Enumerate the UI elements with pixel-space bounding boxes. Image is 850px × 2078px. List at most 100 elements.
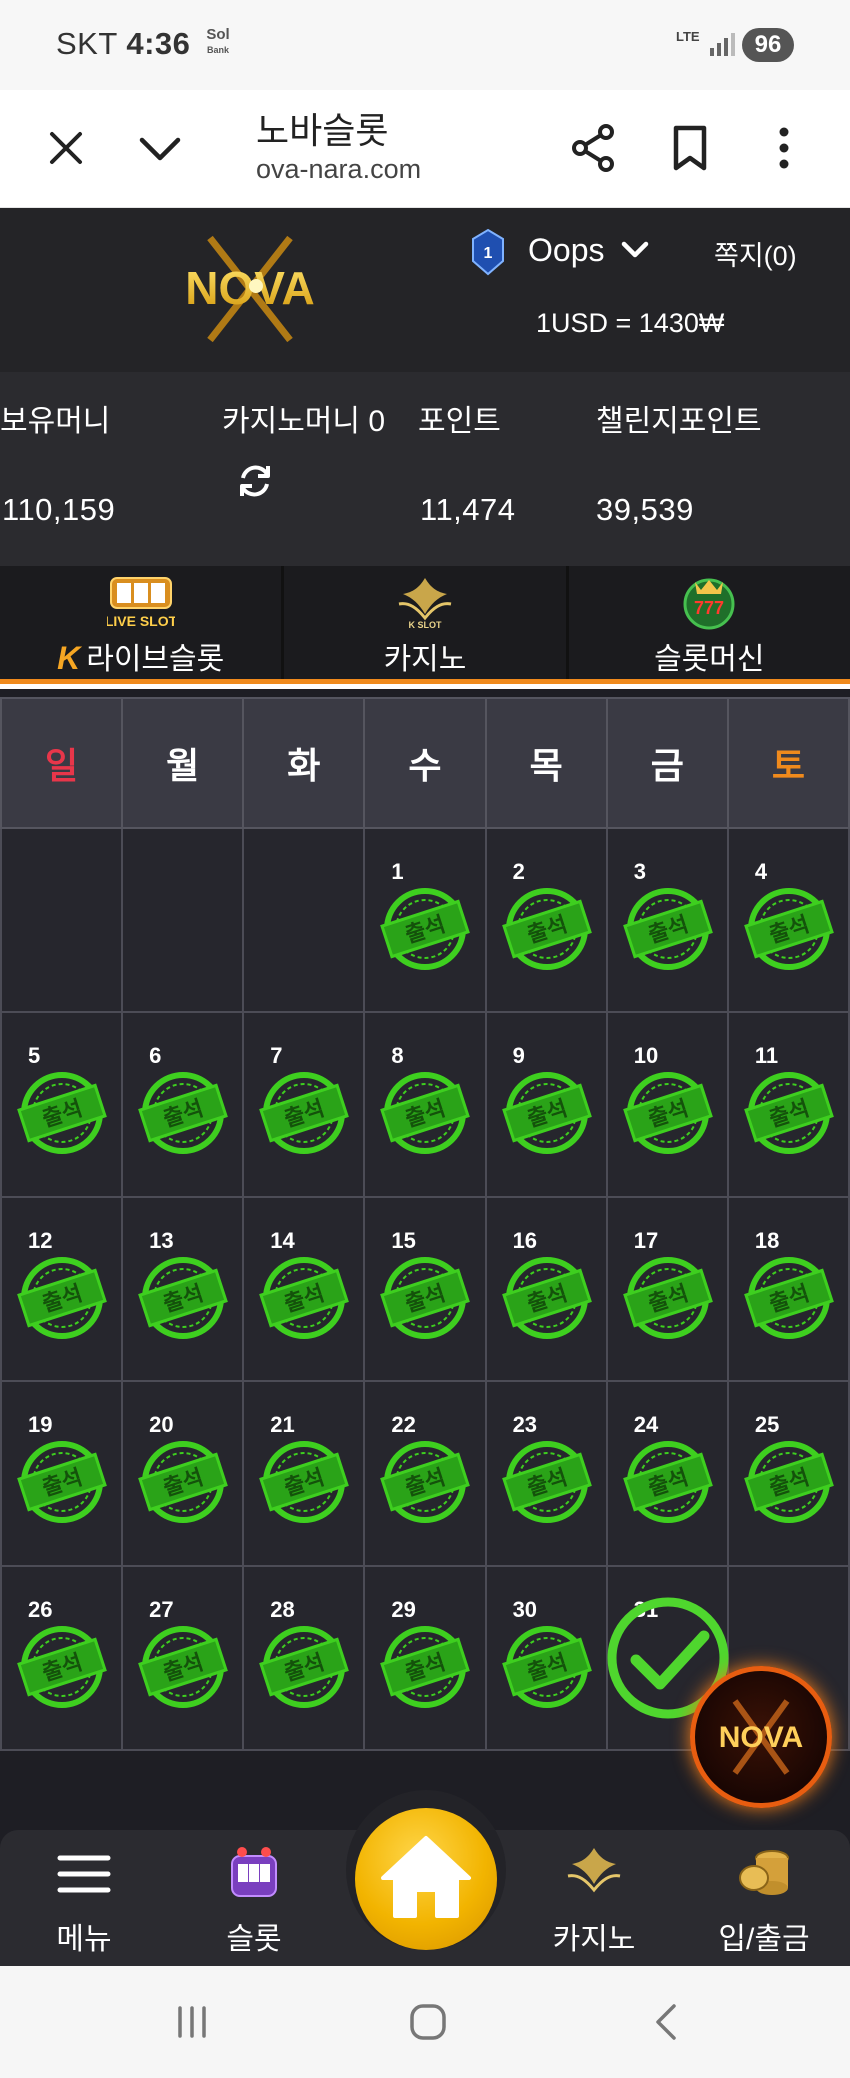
attendance-stamp-icon: 출석 [622,1072,713,1155]
calendar-week-row: 1 출석 2 출석 3 출석 4 출석 [0,826,850,1014]
level-number: 1 [484,245,493,262]
weekday-fri: 금 [605,697,729,829]
exchange-rate: 1USD = 1430₩ [536,308,725,338]
calendar-day-cell: 2 출석 [484,826,608,1014]
bookmark-icon[interactable] [662,120,718,176]
challenge-point-value: 39,539 [596,492,694,527]
coins-icon [739,1850,789,1895]
calendar-day-cell: 5 출석 [0,1011,124,1198]
attendance-stamp-icon: 출석 [743,888,834,970]
calendar-empty-cell [121,826,245,1014]
refresh-icon[interactable] [234,460,276,502]
nav-deposit-withdraw-label: 입/출금 [718,1923,810,1956]
page-title: 노바슬롯 [256,110,389,151]
tab-casino[interactable]: K SLOT 카지노 [284,566,569,679]
calendar-day-cell: 6 출석 [121,1011,245,1198]
page-url[interactable]: ova-nara.com [256,154,421,185]
battery-indicator: 96 [742,28,794,62]
chevron-down-icon[interactable] [132,120,188,176]
calendar-day-cell: 10 출석 [605,1011,729,1198]
attendance-stamp-icon: 출석 [138,1625,229,1708]
calendar-day-cell: 3 출석 [605,826,729,1014]
tab-live-slot[interactable]: LIVE SLOT K 라이브슬롯 [0,566,285,679]
tab-slot-machine[interactable]: 777 슬롯머신 [569,566,850,679]
recent-apps-icon[interactable] [168,1998,216,2046]
username[interactable]: Oops [528,232,604,269]
more-vert-icon[interactable] [756,120,812,176]
point-value: 11,474 [420,492,516,527]
share-icon[interactable] [566,120,622,176]
back-icon[interactable] [644,1998,692,2046]
calendar-empty-cell [0,826,124,1014]
close-icon[interactable] [38,120,94,176]
attendance-stamp-icon: 출석 [622,888,713,970]
attendance-stamp-icon: 출석 [743,1256,834,1339]
calendar-day-cell: 13 출석 [121,1195,245,1383]
attendance-stamp-icon: 출석 [17,1441,107,1524]
home-button[interactable] [355,1808,497,1950]
attendance-stamp-icon: 출석 [380,1625,471,1708]
calendar-day-cell: 19 출석 [0,1380,124,1567]
tab-live-slot-label: K 라이브슬롯 [0,634,281,678]
casino-icon-text: K SLOT [408,620,442,630]
page: SKT 4:36 Sol Bank LTE 96 노바슬롯 ova-nara.c… [0,0,850,2078]
777-icon-text: 777 [694,598,724,618]
slot-machine-icon [231,1847,277,1897]
calendar-day-cell: 29 출석 [363,1564,487,1752]
balance-panel: 보유머니 카지노머니 0 포인트 챌린지포인트 110,159 11,474 3… [0,372,850,566]
attendance-stamp-icon: 출석 [259,1625,350,1708]
challenge-point-label: 챌린지포인트 [596,405,762,438]
nova-fab-logo: NOVA [719,1699,803,1775]
calendar-day-cell: 20 출석 [121,1380,245,1567]
messages-link[interactable]: 쪽지(0) [714,234,797,273]
nav-slot[interactable]: 슬롯 [194,1844,314,1962]
nav-menu[interactable]: 메뉴 [24,1844,144,1962]
k-slot-casino-icon: K SLOT [398,578,452,630]
nav-deposit-withdraw[interactable]: 입/출금 [704,1844,824,1962]
calendar-day-cell: 26 출석 [0,1564,124,1752]
live-slot-icon: LIVE SLOT [107,577,175,629]
user-dropdown-chevron-icon[interactable] [620,238,650,262]
attendance-stamp-icon: 출석 [138,1441,229,1524]
bank-icon-text: Sol [206,26,230,43]
attendance-stamp-icon: 출석 [17,1072,107,1155]
android-navigation-bar [0,1966,850,2078]
attendance-stamp-icon: 출석 [622,1441,713,1524]
weekday-thu: 목 [484,697,608,829]
attendance-stamp-icon: 출석 [501,888,592,970]
attendance-calendar-section: 일 월 화 수 목 금 토 1 출석 2 출석 3 출석 4 출석 5 출석 6 출석 7 출석 8 출석 9 출… [0,689,850,1753]
tab-slot-machine-label: 슬롯머신 [654,643,765,676]
attendance-stamp-icon: 출석 [17,1625,107,1708]
browser-toolbar: 노바슬롯 ova-nara.com [0,90,850,208]
calendar-day-cell: 17 출석 [605,1195,729,1383]
calendar-day-cell: 27 출석 [121,1564,245,1752]
nav-menu-label: 메뉴 [56,1923,112,1956]
calendar-day-cell: 21 출석 [242,1380,366,1567]
tab-casino-label: 카지노 [383,643,467,676]
attendance-stamp-icon: 출석 [380,1441,471,1524]
calendar-week-row: 19 출석 20 출석 21 출석 22 출석 23 출석 24 출석 25 출석 [0,1380,850,1567]
home-circle-icon[interactable] [404,1998,452,2046]
calendar-day-cell: 15 출석 [363,1195,487,1383]
holding-money-label: 보유머니 [0,405,111,438]
live-slot-icon-text: LIVE SLOT [107,613,175,629]
nova-logo[interactable]: NOVA [150,234,350,344]
calendar-day-cell: 23 출석 [484,1380,608,1567]
signal-icon [710,33,735,56]
calendar-week-row: 12 출석 13 출석 14 출석 15 출석 16 출석 17 출석 18 출석 [0,1195,850,1383]
attendance-stamp-icon: 출석 [380,888,471,970]
attendance-stamp-icon: 출석 [380,1256,471,1339]
calendar-day-cell: 30 출석 [484,1564,608,1752]
attendance-stamp-icon: 출석 [138,1072,229,1155]
hamburger-menu-icon [57,1855,111,1893]
calendar-day-cell: 4 출석 [726,826,850,1014]
nova-floating-button[interactable]: NOVA [690,1666,832,1808]
point-label: 포인트 [418,405,501,438]
777-slots-icon: 777 [683,578,735,630]
live-slot-text: 라이브슬롯 [86,643,225,676]
weekday-mon: 월 [121,697,245,829]
nav-casino[interactable]: 카지노 [534,1844,654,1962]
attendance-stamp-icon: 출석 [259,1072,350,1155]
bank-icon-sub: Bank [206,45,229,55]
calendar-day-cell: 9 출석 [484,1011,608,1198]
